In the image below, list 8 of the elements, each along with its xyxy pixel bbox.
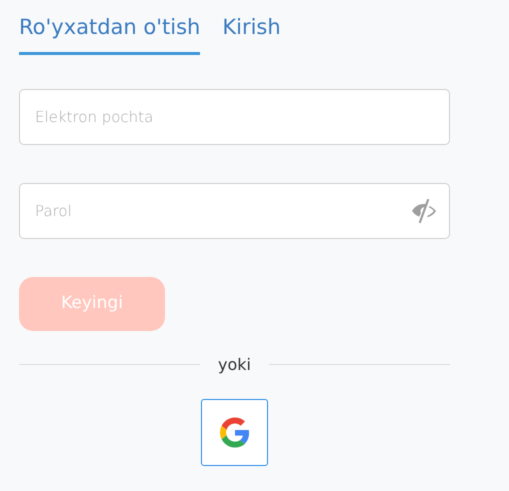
g-logo-icon [220,416,250,448]
email-field[interactable]: Elektron pochta [19,88,450,144]
tab[interactable]: Ro'yxatdan o'tish [19,12,200,54]
tab[interactable]: Kirish [222,12,281,54]
divider-label: yoki [218,354,251,376]
password-field[interactable]: Parol [19,182,450,238]
hide-password-icon[interactable] [410,198,438,224]
google-sign-in-button[interactable] [201,398,268,466]
